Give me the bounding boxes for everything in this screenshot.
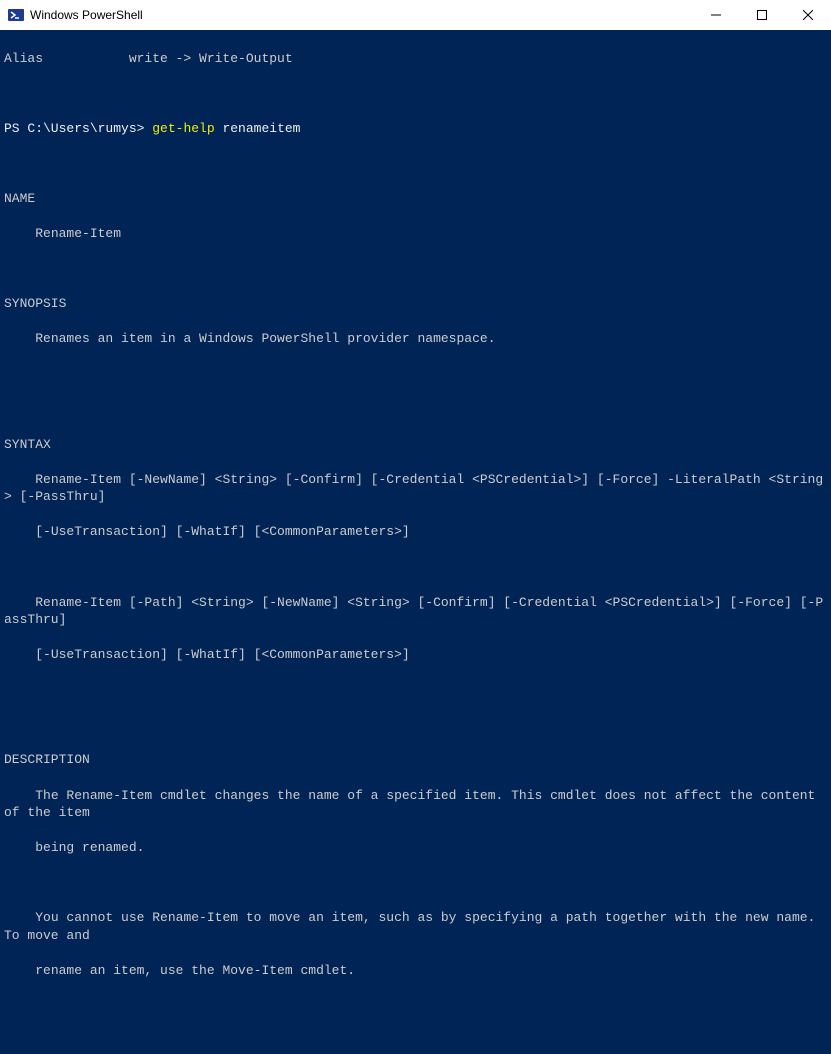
terminal-body[interactable]: Alias write -> Write-Output PS C:\Users\… — [0, 30, 831, 1054]
prompt-text: PS C:\Users\rumys> — [4, 121, 152, 136]
blank-line — [4, 874, 827, 892]
powershell-icon — [8, 7, 24, 23]
window-title: Windows PowerShell — [30, 8, 693, 22]
command-text: get-help — [152, 121, 214, 136]
output-line: You cannot use Rename-Item to move an it… — [4, 909, 827, 944]
prompt-line: PS C:\Users\rumys> get-help renameitem — [4, 120, 827, 138]
output-line: Rename-Item [-Path] <String> [-NewName] … — [4, 594, 827, 629]
command-arg: renameitem — [215, 121, 301, 136]
section-header: NAME — [4, 190, 827, 208]
output-line: [-UseTransaction] [-WhatIf] [<CommonPara… — [4, 523, 827, 541]
output-line: Rename-Item — [4, 225, 827, 243]
section-header: DESCRIPTION — [4, 751, 827, 769]
output-line: Rename-Item [-NewName] <String> [-Confir… — [4, 471, 827, 506]
close-button[interactable] — [785, 0, 831, 30]
section-header: SYNTAX — [4, 436, 827, 454]
blank-line — [4, 1032, 827, 1050]
output-line: [-UseTransaction] [-WhatIf] [<CommonPara… — [4, 646, 827, 664]
output-line: being renamed. — [4, 839, 827, 857]
blank-line — [4, 716, 827, 734]
blank-line — [4, 155, 827, 173]
blank-line — [4, 558, 827, 576]
blank-line — [4, 681, 827, 699]
output-line: Alias write -> Write-Output — [4, 50, 827, 68]
output-line: rename an item, use the Move-Item cmdlet… — [4, 962, 827, 980]
blank-line — [4, 85, 827, 103]
minimize-button[interactable] — [693, 0, 739, 30]
window-titlebar: Windows PowerShell — [0, 0, 831, 30]
output-line: Renames an item in a Windows PowerShell … — [4, 330, 827, 348]
output-line: The Rename-Item cmdlet changes the name … — [4, 787, 827, 822]
blank-line — [4, 400, 827, 418]
blank-line — [4, 260, 827, 278]
blank-line — [4, 997, 827, 1015]
blank-line — [4, 365, 827, 383]
window-controls — [693, 0, 831, 30]
maximize-button[interactable] — [739, 0, 785, 30]
section-header: SYNOPSIS — [4, 295, 827, 313]
